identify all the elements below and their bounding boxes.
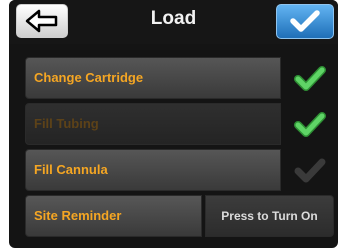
change-cartridge-label: Change Cartridge: [34, 70, 144, 85]
green-checkmark-icon: [294, 112, 326, 137]
checkmark-icon: [290, 10, 320, 32]
fill-cannula-label: Fill Cannula: [34, 162, 108, 177]
green-checkmark-icon: [294, 66, 326, 91]
change-cartridge-row: Change Cartridge: [25, 57, 334, 99]
fill-cannula-button[interactable]: Fill Cannula: [25, 149, 281, 191]
back-button[interactable]: [16, 4, 68, 38]
fill-tubing-button: Fill Tubing: [25, 103, 281, 145]
header-bar: Load: [9, 0, 338, 44]
gray-checkmark-icon: [294, 158, 326, 183]
site-reminder-row: Site Reminder Press to Turn On: [25, 195, 334, 237]
change-cartridge-button[interactable]: Change Cartridge: [25, 57, 281, 99]
fill-cannula-row: Fill Cannula: [25, 149, 334, 191]
arrow-left-icon: [25, 9, 58, 33]
site-reminder-button[interactable]: Site Reminder: [25, 195, 202, 237]
fill-tubing-label: Fill Tubing: [34, 116, 99, 131]
page-title: Load: [150, 8, 197, 29]
site-reminder-toggle-button[interactable]: Press to Turn On: [205, 195, 334, 237]
pump-screen: Load Change Cartridge Fill Tubing Fill C…: [9, 0, 338, 248]
confirm-button[interactable]: [276, 4, 334, 39]
fill-tubing-row: Fill Tubing: [25, 103, 334, 145]
site-reminder-toggle-label: Press to Turn On: [221, 209, 318, 223]
site-reminder-label: Site Reminder: [34, 208, 122, 223]
